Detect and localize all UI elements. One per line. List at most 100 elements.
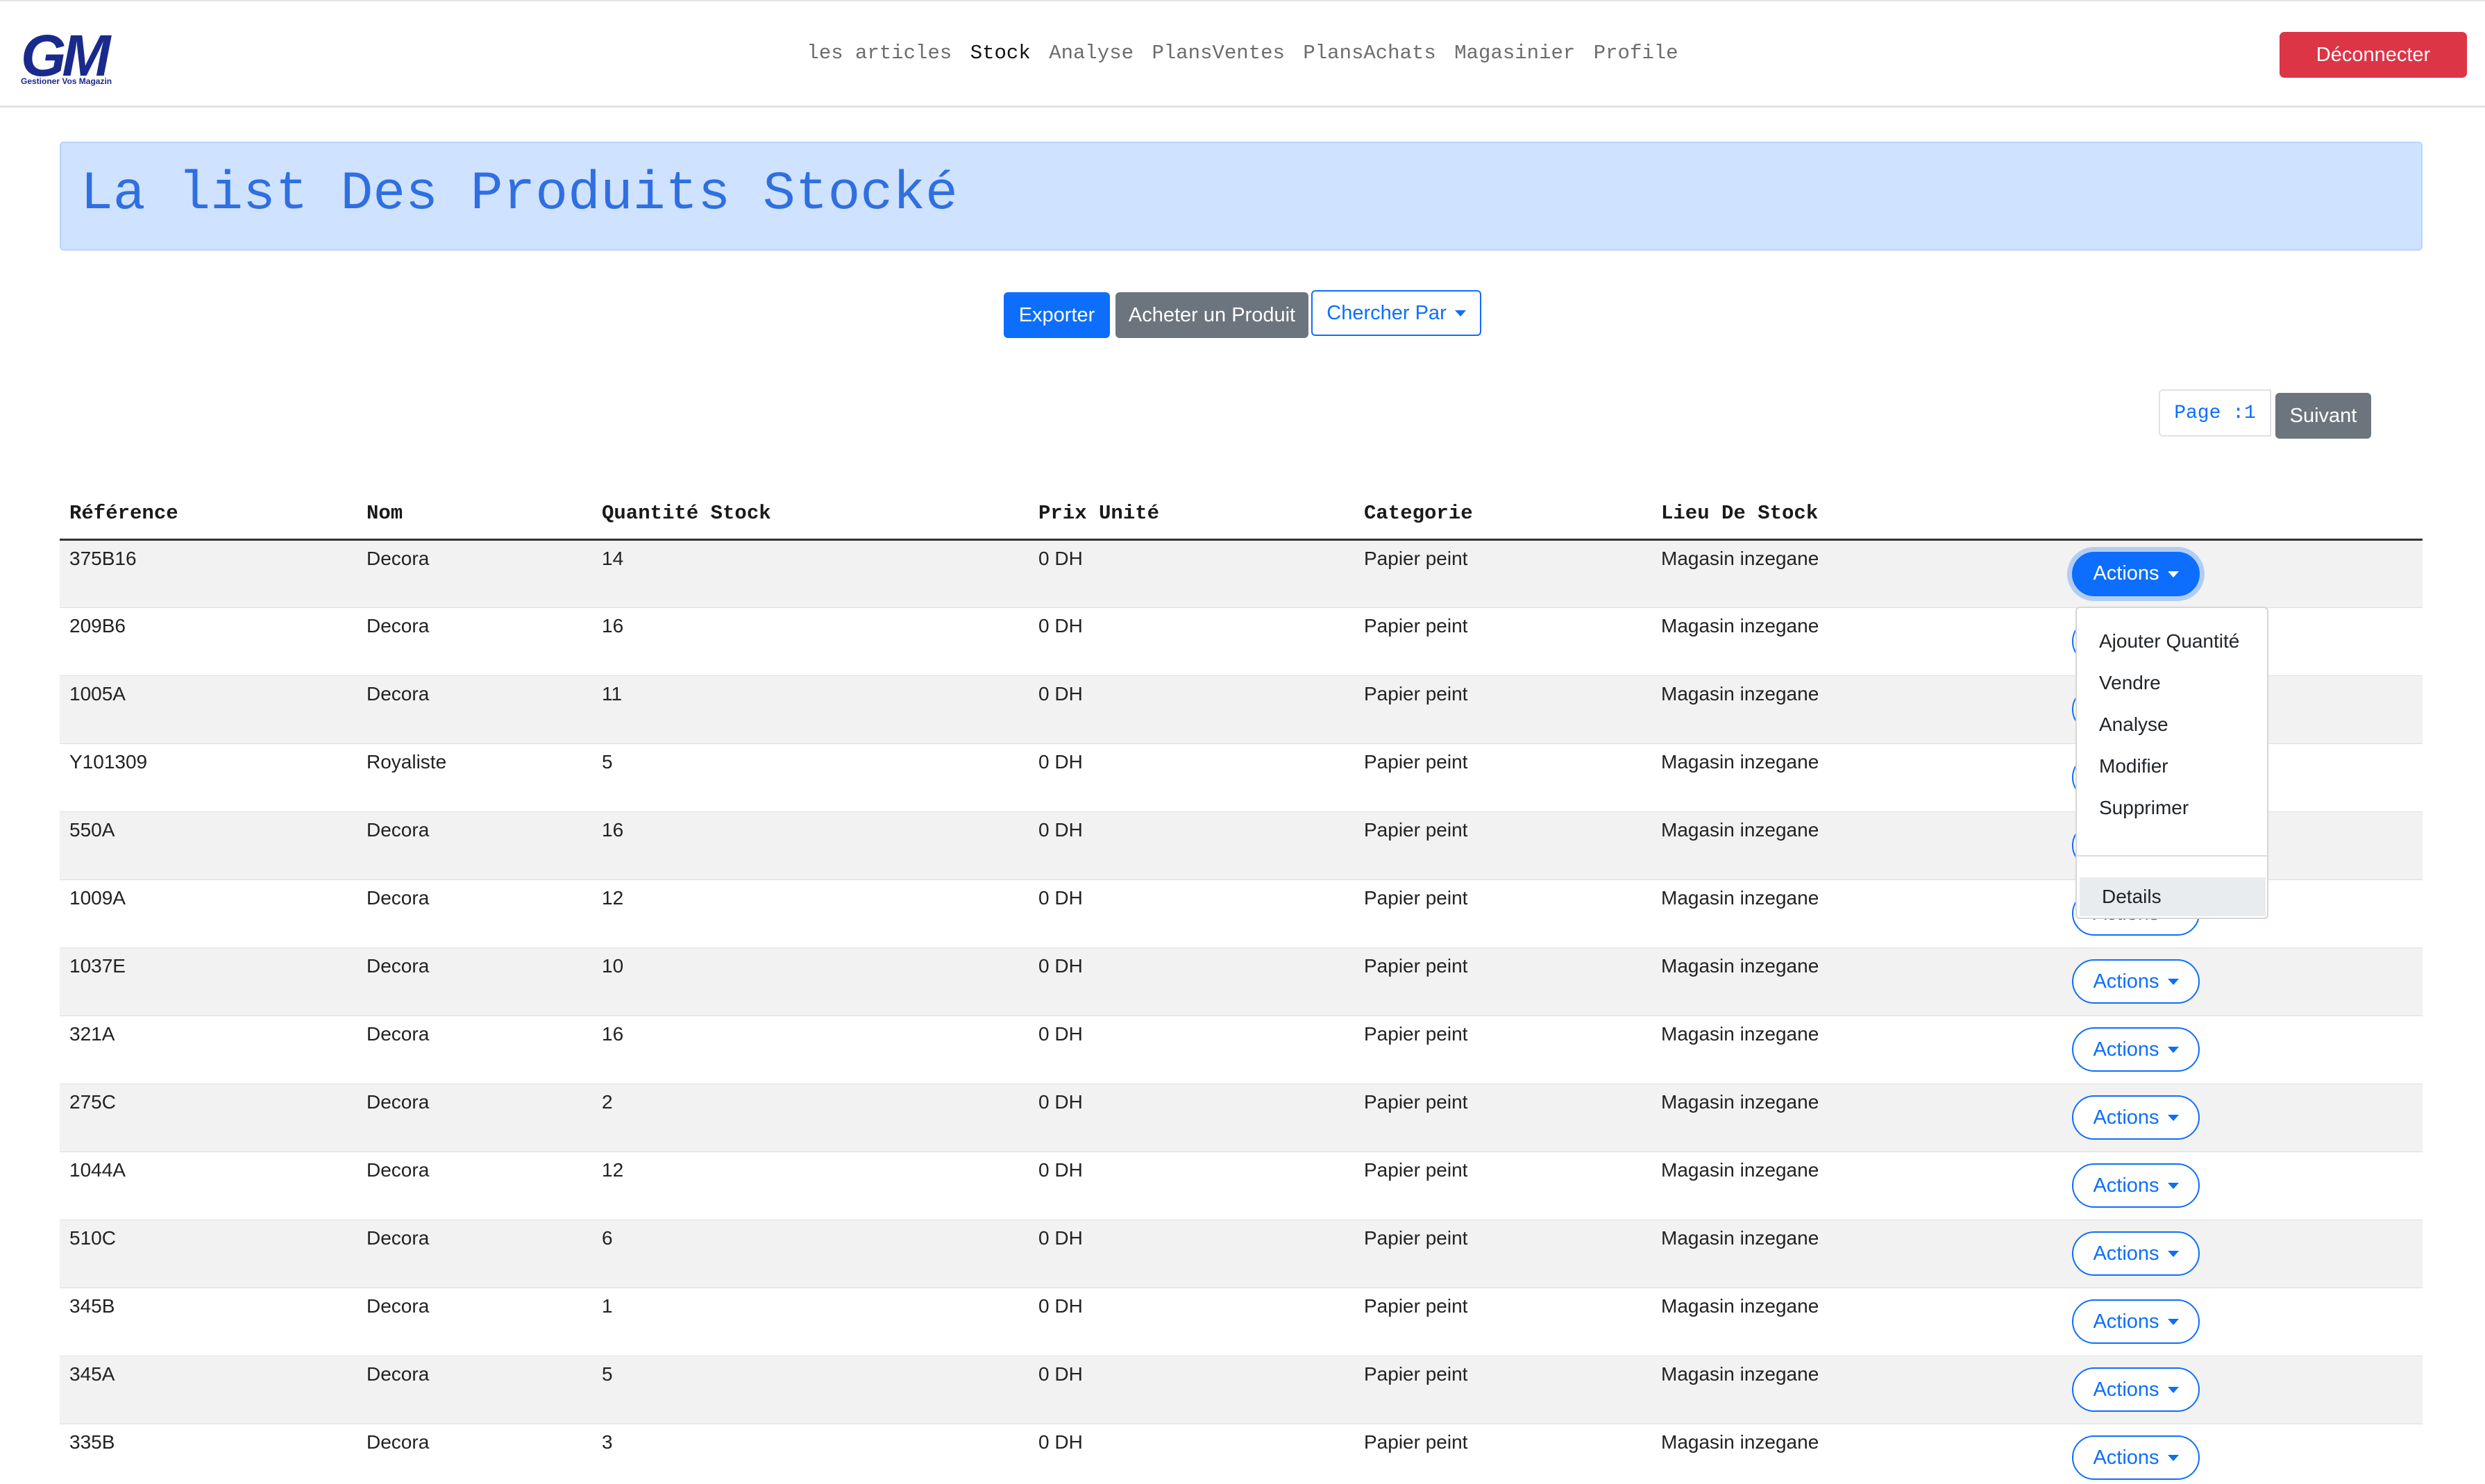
menu-item-analyse[interactable]: Analyse — [2077, 704, 2267, 745]
cell-quantity: 3 — [592, 1424, 1029, 1484]
buy-product-button[interactable]: Acheter un Produit — [1115, 292, 1308, 338]
cell-unit-price: 0 DH — [1029, 743, 1354, 812]
cell-reference: 510C — [60, 1220, 357, 1288]
cell-quantity: 11 — [592, 675, 1029, 744]
menu-item-edit[interactable]: Modifier — [2077, 745, 2267, 787]
cell-actions: Actions — [2072, 1288, 2423, 1356]
cell-reference: 1009A — [60, 879, 357, 948]
menu-item-add-quantity[interactable]: Ajouter Quantité — [2077, 621, 2267, 662]
stock-table-container: Référence Nom Quantité Stock Prix Unité … — [60, 486, 2423, 1484]
actions-button[interactable]: Actions — [2072, 1299, 2200, 1344]
cell-actions: Actions — [2072, 1220, 2423, 1288]
actions-button[interactable]: Actions — [2072, 1027, 2200, 1072]
chevron-down-icon — [2167, 1387, 2179, 1394]
cell-reference: 345B — [60, 1288, 357, 1356]
cell-unit-price: 0 DH — [1029, 947, 1354, 1016]
cell-actions: Actions — [2072, 1084, 2423, 1152]
column-header[interactable]: Référence — [60, 486, 357, 541]
cell-location: Magasin inzegane — [1651, 1152, 2072, 1220]
cell-actions: Actions — [2072, 1152, 2423, 1220]
actions-label: Actions — [2093, 1106, 2159, 1129]
column-header[interactable]: Nom — [357, 486, 592, 541]
cell-unit-price: 0 DH — [1029, 811, 1354, 880]
stock-table: Référence Nom Quantité Stock Prix Unité … — [60, 486, 2423, 1484]
menu-item-delete[interactable]: Supprimer — [2077, 787, 2267, 829]
actions-button[interactable]: Actions — [2072, 1095, 2200, 1140]
cell-reference: 375B16 — [60, 539, 357, 608]
actions-button[interactable]: Actions — [2072, 1435, 2200, 1480]
menu-divider — [2077, 855, 2267, 857]
actions-button[interactable]: Actions — [2072, 551, 2200, 596]
logo-tagline: Gestioner Vos Magazin — [21, 76, 112, 86]
actions-button[interactable]: Actions — [2072, 959, 2200, 1004]
next-page-button[interactable]: Suivant — [2275, 393, 2371, 439]
cell-location: Magasin inzegane — [1651, 947, 2072, 1016]
table-row: 345B Decora 1 0 DH Papier peint Magasin inzeg… — [60, 1288, 2423, 1356]
cell-name: Decora — [357, 1015, 592, 1084]
chevron-down-icon — [2167, 571, 2179, 577]
column-header[interactable]: Lieu De Stock — [1651, 486, 2072, 541]
nav-item-analyse[interactable]: Analyse — [1049, 42, 1134, 65]
cell-name: Decora — [357, 1152, 592, 1220]
cell-category: Papier peint — [1354, 1356, 1651, 1424]
actions-button[interactable]: Actions — [2072, 1231, 2200, 1276]
cell-location: Magasin inzegane — [1651, 1424, 2072, 1484]
cell-unit-price: 0 DH — [1029, 607, 1354, 676]
cell-reference: 1037E — [60, 947, 357, 1016]
nav-item-plans-ventes[interactable]: PlansVentes — [1152, 42, 1284, 65]
nav-item-magasinier[interactable]: Magasinier — [1454, 42, 1575, 65]
export-button[interactable]: Exporter — [1004, 292, 1110, 338]
cell-category: Papier peint — [1354, 607, 1651, 676]
cell-location: Magasin inzegane — [1651, 743, 2072, 812]
table-row: 1005A Decora 11 0 DH Papier peint Magasin inz… — [60, 675, 2423, 744]
table-row: 335B Decora 3 0 DH Papier peint Magasin inzeg… — [60, 1424, 2423, 1484]
column-header[interactable]: Quantité Stock — [592, 486, 1029, 541]
cell-quantity: 16 — [592, 607, 1029, 676]
nav-item-profile[interactable]: Profile — [1594, 42, 1678, 65]
cell-category: Papier peint — [1354, 947, 1651, 1016]
cell-category: Papier peint — [1354, 675, 1651, 744]
cell-category: Papier peint — [1354, 879, 1651, 948]
cell-unit-price: 0 DH — [1029, 1152, 1354, 1220]
column-header[interactable]: Prix Unité — [1029, 486, 1354, 541]
cell-quantity: 6 — [592, 1220, 1029, 1288]
menu-item-sell[interactable]: Vendre — [2077, 662, 2267, 704]
table-row: 1044A Decora 12 0 DH Papier peint Magasin inz… — [60, 1152, 2423, 1220]
cell-name: Decora — [357, 607, 592, 676]
cell-location: Magasin inzegane — [1651, 1288, 2072, 1356]
cell-actions: Actions — [2072, 1356, 2423, 1424]
cell-name: Decora — [357, 1084, 592, 1152]
nav-item-articles[interactable]: les articles — [807, 42, 952, 65]
cell-category: Papier peint — [1354, 1152, 1651, 1220]
cell-reference: 321A — [60, 1015, 357, 1084]
actions-button[interactable]: Actions — [2072, 1367, 2200, 1412]
nav-item-plans-achats[interactable]: PlansAchats — [1303, 42, 1435, 65]
cell-location: Magasin inzegane — [1651, 1220, 2072, 1288]
cell-quantity: 1 — [592, 1288, 1029, 1356]
nav-item-stock[interactable]: Stock — [970, 42, 1031, 65]
actions-dropdown-menu: Ajouter Quantité Vendre Analyse Modifier… — [2075, 607, 2268, 919]
page-indicator: Page :1 — [2159, 389, 2271, 437]
actions-button[interactable]: Actions — [2072, 1163, 2200, 1208]
cell-location: Magasin inzegane — [1651, 607, 2072, 676]
search-by-dropdown[interactable]: Chercher Par — [1311, 290, 1481, 336]
cell-name: Royaliste — [357, 743, 592, 812]
actions-label: Actions — [2093, 970, 2159, 993]
cell-name: Decora — [357, 539, 592, 608]
cell-reference: 1005A — [60, 675, 357, 744]
logout-button[interactable]: Déconnecter — [2280, 32, 2467, 78]
cell-reference: 550A — [60, 811, 357, 880]
chevron-down-icon — [2167, 1455, 2179, 1462]
menu-item-details[interactable]: Details — [2080, 877, 2266, 916]
cell-location: Magasin inzegane — [1651, 539, 2072, 608]
cell-location: Magasin inzegane — [1651, 811, 2072, 880]
column-header[interactable]: Categorie — [1354, 486, 1651, 541]
table-row: 510C Decora 6 0 DH Papier peint Magasin inzeg… — [60, 1220, 2423, 1288]
cell-category: Papier peint — [1354, 811, 1651, 880]
cell-name: Decora — [357, 1220, 592, 1288]
chevron-down-icon — [1454, 310, 1466, 317]
table-row: 275C Decora 2 0 DH Papier peint Magasin inzeg… — [60, 1084, 2423, 1152]
cell-unit-price: 0 DH — [1029, 1424, 1354, 1484]
chevron-down-icon — [2167, 1183, 2179, 1190]
actions-label: Actions — [2093, 1174, 2159, 1197]
